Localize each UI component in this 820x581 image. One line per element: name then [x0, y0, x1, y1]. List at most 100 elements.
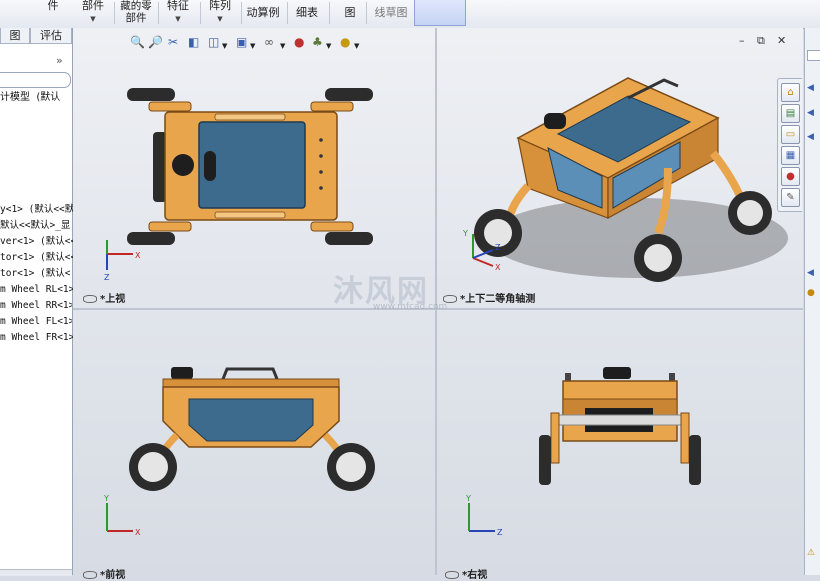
arrow-left-icon[interactable]: ◀: [807, 132, 814, 142]
wheel: [539, 435, 551, 485]
display-style-icon[interactable]: ▣: [236, 36, 247, 48]
toolbar-item-label: 阵列: [209, 0, 231, 12]
toolbar-item-motion-study[interactable]: 动算例: [244, 7, 282, 21]
chevron-down-icon: ▼: [90, 15, 96, 23]
axis-label-x: X: [135, 528, 141, 537]
wheel: [129, 443, 177, 491]
toolbar-item-hidden-parts[interactable]: 藏的零部件: [116, 0, 156, 28]
handle: [204, 151, 216, 181]
wheel: [689, 435, 701, 485]
right-view-model[interactable]: [533, 363, 708, 498]
view-label-text: *上下二等角轴测: [460, 294, 536, 305]
section-view-icon[interactable]: ◧: [188, 36, 199, 48]
arrow-left-icon[interactable]: ◀: [807, 83, 814, 93]
tree-item[interactable]: 默认<<默认>_显: [0, 220, 70, 232]
expand-panel-icon[interactable]: »: [56, 54, 63, 67]
axis-label-z: Z: [497, 528, 503, 537]
divider: [200, 2, 201, 24]
arrow-left-icon[interactable]: ◀: [807, 108, 814, 118]
toolbar-item-label: 部件: [82, 0, 104, 12]
lidar: [544, 113, 566, 129]
view-orientation-icon[interactable]: ◫: [208, 36, 219, 48]
tab-display[interactable]: 图: [0, 28, 30, 44]
toolbar-item-drawing[interactable]: 图: [340, 7, 360, 21]
lidar: [603, 367, 631, 379]
close-icon[interactable]: ✕: [777, 34, 786, 47]
tree-root-item[interactable]: 计模型 (默认: [0, 92, 60, 104]
chevron-down-icon[interactable]: ▼: [222, 40, 227, 52]
tab-evaluate[interactable]: 评估: [30, 28, 72, 44]
warning-icon[interactable]: ⚠: [807, 548, 815, 558]
divider: [241, 2, 242, 24]
tree-item[interactable]: y<1> (默认<<默: [0, 204, 74, 216]
appearances-icon[interactable]: ●: [781, 167, 800, 186]
tree-item[interactable]: m Wheel RL<1>: [0, 284, 74, 296]
top-view-model[interactable]: [113, 78, 393, 253]
panel-item[interactable]: [807, 50, 820, 61]
appearance-icon[interactable]: ●: [294, 36, 304, 48]
tree-item[interactable]: ver<1> (默认<<: [0, 236, 76, 248]
view-label-text: *右视: [462, 570, 488, 581]
toolbar-active-tab[interactable]: [414, 0, 466, 26]
chevron-down-icon[interactable]: ▼: [250, 40, 255, 52]
view-palette-icon[interactable]: ▦: [781, 146, 800, 165]
minimize-icon[interactable]: –: [739, 34, 745, 47]
custom-properties-icon[interactable]: ✎: [781, 188, 800, 207]
zoom-area-icon[interactable]: 🔎: [148, 36, 163, 48]
axis-label-x: X: [135, 251, 141, 260]
view-label-right: *右视: [445, 566, 487, 581]
rail: [214, 113, 286, 121]
home-icon[interactable]: ⌂: [781, 83, 800, 102]
tree-item-label: 计模型: [0, 92, 30, 103]
view-label-isometric: *上下二等角轴测: [443, 290, 535, 305]
scene-icon[interactable]: ♣: [312, 36, 323, 48]
graphics-viewport[interactable]: 🔍 🔎 ✂ ◧ ◫ ▼ ▣ ▼ ∞ ▼ ● ♣ ▼ ● ▼ – ⧉ ✕ X Z …: [73, 28, 803, 581]
tree-item[interactable]: m Wheel FL<1>: [0, 316, 74, 328]
bolt: [319, 170, 323, 174]
tree-item[interactable]: tor<1> (默认<: [0, 268, 70, 280]
toolbar-item-part[interactable]: 件: [38, 0, 68, 28]
command-manager-toolbar: 件 部件 ▼ 藏的零部件 特征 ▼ 阵列 ▼ 动算例 细表 图 线草图: [0, 0, 820, 29]
front-view-model[interactable]: [123, 363, 383, 498]
tree-item-label: m Wheel RR<1>: [0, 300, 75, 311]
previous-view-icon[interactable]: ✂: [168, 36, 178, 48]
leg-arm: [148, 221, 192, 232]
toolbar-item-feature[interactable]: 特征 ▼: [163, 0, 193, 28]
toolbar-item-line-sketch[interactable]: 线草图: [372, 7, 410, 21]
watermark-url: www.mfcad.com: [373, 302, 448, 312]
view-settings-icon[interactable]: ●: [340, 36, 350, 48]
heads-up-view-toolbar: 🔍 🔎 ✂ ◧ ◫ ▼ ▣ ▼ ∞ ▼ ● ♣ ▼ ● ▼: [128, 28, 378, 54]
toolbar-item-pattern[interactable]: 阵列 ▼: [205, 0, 235, 28]
view-label-text: *上视: [100, 294, 126, 305]
chevron-down-icon[interactable]: ▼: [280, 40, 285, 52]
arrow-left-icon[interactable]: ◀: [807, 268, 814, 278]
axis-label-y: Y: [103, 494, 109, 503]
tree-item[interactable]: m Wheel FR<1>: [0, 332, 74, 344]
axis-label-y: Y: [462, 229, 468, 238]
toolbar-item-assembly[interactable]: 部件 ▼: [78, 0, 108, 28]
zoom-to-fit-icon[interactable]: 🔍: [130, 36, 145, 48]
wheel: [327, 443, 375, 491]
restore-icon[interactable]: ⧉: [757, 34, 765, 48]
chevron-down-icon[interactable]: ▼: [326, 40, 331, 52]
toolbar-item-label: 藏的零部件: [120, 0, 152, 24]
tree-item[interactable]: tor<1> (默认<<: [0, 252, 76, 264]
leg: [550, 412, 560, 464]
folder-icon[interactable]: ▭: [781, 125, 800, 144]
tab-label: 图: [9, 29, 21, 42]
view-eye-icon: [83, 295, 97, 303]
axis-label-z: Z: [104, 273, 110, 282]
chevron-down-icon[interactable]: ▼: [354, 40, 359, 52]
design-library-icon[interactable]: ▤: [781, 104, 800, 123]
tree-item-label: m Wheel RL<1>: [0, 284, 75, 295]
isometric-view-model[interactable]: [468, 68, 788, 288]
hide-show-items-icon[interactable]: ∞: [264, 36, 274, 48]
user-icon[interactable]: ●: [807, 288, 815, 298]
toolbar-item-label: 细表: [296, 6, 318, 19]
toolbar-item-label: 件: [47, 0, 59, 12]
filter-input[interactable]: [0, 72, 71, 88]
tree-item[interactable]: m Wheel RR<1>: [0, 300, 74, 312]
tree-item-label: m Wheel FL<1>: [0, 316, 75, 327]
toolbar-item-bom[interactable]: 细表: [292, 7, 322, 21]
tree-item-label: tor<1> (默认<: [0, 268, 71, 279]
